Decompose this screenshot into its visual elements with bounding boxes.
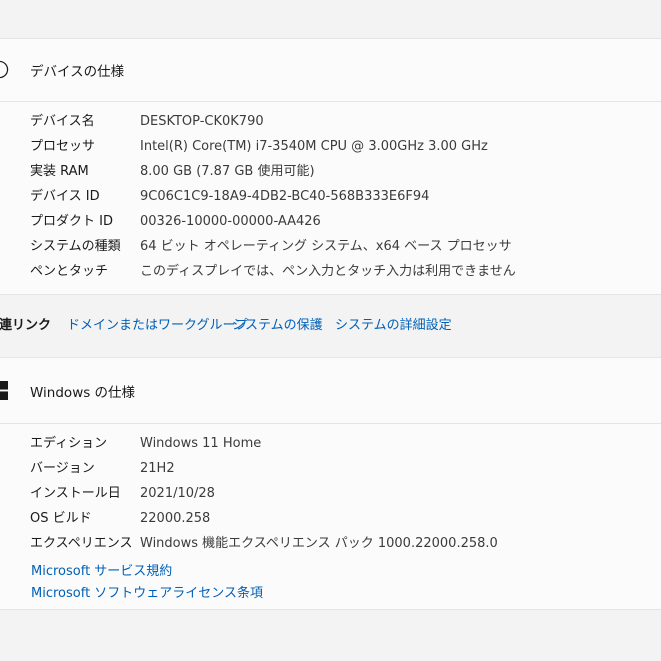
spec-value: Windows 機能エクスペリエンス パック 1000.22000.258.0 <box>140 536 498 551</box>
info-icon <box>0 60 9 79</box>
spec-label: デバイス名 <box>30 114 95 129</box>
spec-row: OS ビルド 22000.258 <box>0 506 661 531</box>
spec-label: バージョン <box>30 461 95 476</box>
spec-row: バージョン 21H2 <box>0 456 661 481</box>
spec-value: このディスプレイでは、ペン入力とタッチ入力は利用できません <box>140 264 516 279</box>
spec-label: 実装 RAM <box>30 164 89 179</box>
domain-workgroup-link[interactable]: ドメインまたはワークグループ <box>67 314 248 333</box>
spec-value: 22000.258 <box>140 511 211 526</box>
spec-label: OS ビルド <box>30 511 92 526</box>
spec-value: 2021/10/28 <box>140 486 215 501</box>
spec-row: デバイス名 DESKTOP-CK0K790 <box>0 109 661 134</box>
advanced-system-settings-link[interactable]: システムの詳細設定 <box>335 314 452 333</box>
microsoft-services-agreement-link[interactable]: Microsoft サービス規約 <box>31 560 172 579</box>
spec-value: 8.00 GB (7.87 GB 使用可能) <box>140 164 315 179</box>
spec-row: エクスペリエンス Windows 機能エクスペリエンス パック 1000.220… <box>0 531 661 556</box>
device-spec-header[interactable]: デバイスの仕様 <box>0 39 661 101</box>
device-spec-title: デバイスの仕様 <box>30 64 125 80</box>
divider <box>0 101 661 102</box>
spec-value: 00326-10000-00000-AA426 <box>140 214 321 229</box>
spec-value: 9C06C1C9-18A9-4DB2-BC40-568B333E6F94 <box>140 189 430 204</box>
spec-value: Windows 11 Home <box>140 436 262 451</box>
related-links-label: 関連リンク <box>0 317 52 333</box>
spec-label: エクスペリエンス <box>30 536 133 551</box>
spec-label: プロダクト ID <box>30 214 113 229</box>
system-protection-link[interactable]: システムの保護 <box>232 314 323 333</box>
spec-label: エディション <box>30 436 108 451</box>
spec-row: プロダクト ID 00326-10000-00000-AA426 <box>0 209 661 234</box>
spec-row: インストール日 2021/10/28 <box>0 481 661 506</box>
spec-value: 64 ビット オペレーティング システム、x64 ベース プロセッサ <box>140 239 512 254</box>
related-links-bar: 関連リンク ドメインまたはワークグループ システムの保護 システムの詳細設定 <box>0 295 661 351</box>
windows-spec-card: Windows の仕様 エディション Windows 11 Home バージョン… <box>0 357 661 610</box>
spec-label: システムの種類 <box>30 239 121 254</box>
divider <box>0 423 661 424</box>
microsoft-software-license-link[interactable]: Microsoft ソフトウェアライセンス条項 <box>31 582 263 601</box>
spec-value: Intel(R) Core(TM) i7-3540M CPU @ 3.00GHz… <box>140 139 488 154</box>
spec-row: 実装 RAM 8.00 GB (7.87 GB 使用可能) <box>0 159 661 184</box>
windows-spec-header[interactable]: Windows の仕様 <box>0 358 661 423</box>
spec-value: DESKTOP-CK0K790 <box>140 114 264 129</box>
spec-row: ペンとタッチ このディスプレイでは、ペン入力とタッチ入力は利用できません <box>0 259 661 284</box>
windows-logo-icon <box>0 381 8 400</box>
windows-spec-title: Windows の仕様 <box>30 384 136 401</box>
spec-value: 21H2 <box>140 461 175 476</box>
spec-row: デバイス ID 9C06C1C9-18A9-4DB2-BC40-568B333E… <box>0 184 661 209</box>
device-spec-card: デバイスの仕様 デバイス名 DESKTOP-CK0K790 プロセッサ Inte… <box>0 38 661 295</box>
spec-label: インストール日 <box>30 486 121 501</box>
spec-row: エディション Windows 11 Home <box>0 431 661 456</box>
spec-row: プロセッサ Intel(R) Core(TM) i7-3540M CPU @ 3… <box>0 134 661 159</box>
spec-label: ペンとタッチ <box>30 264 109 279</box>
spec-label: デバイス ID <box>30 189 100 204</box>
spec-row: システムの種類 64 ビット オペレーティング システム、x64 ベース プロセ… <box>0 234 661 259</box>
spec-label: プロセッサ <box>30 139 96 154</box>
